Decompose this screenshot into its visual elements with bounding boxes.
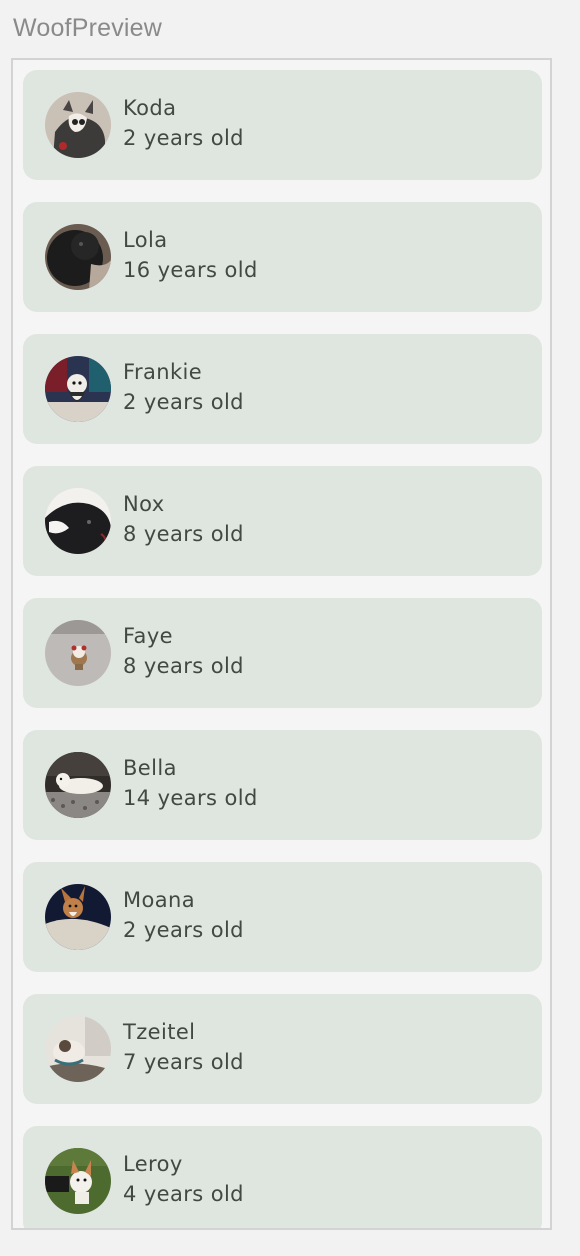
dog-card-bella[interactable]: Bella 14 years old [23, 730, 542, 840]
dog-age: 14 years old [123, 786, 258, 810]
dog-name: Frankie [123, 360, 203, 384]
dog-card-tzeitel[interactable]: Tzeitel 7 years old [23, 994, 542, 1104]
dog-card-moana[interactable]: Moana 2 years old [23, 862, 542, 972]
dog-name: Leroy [123, 1152, 183, 1176]
dog-age: 16 years old [123, 258, 258, 282]
dog-photo-frankie [45, 356, 111, 422]
dog-age: 7 years old [123, 1050, 244, 1074]
dog-name: Tzeitel [123, 1020, 196, 1044]
dog-photo-faye [45, 620, 111, 686]
dog-age: 4 years old [123, 1182, 244, 1206]
dog-age: 8 years old [123, 522, 244, 546]
dog-age: 2 years old [123, 918, 244, 942]
dog-name: Lola [123, 228, 168, 252]
dog-name: Bella [123, 756, 177, 780]
dog-card-lola[interactable]: Lola 16 years old [23, 202, 542, 312]
dog-name: Moana [123, 888, 196, 912]
dog-photo-nox [45, 488, 111, 554]
dog-list[interactable]: Koda 2 years old Lola 16 years old Frank… [23, 70, 542, 1228]
dog-card-leroy[interactable]: Leroy 4 years old [23, 1126, 542, 1228]
dog-photo-koda [45, 92, 111, 158]
dog-name: Koda [123, 96, 177, 120]
dog-card-koda[interactable]: Koda 2 years old [23, 70, 542, 180]
dog-photo-bella [45, 752, 111, 818]
dog-age: 2 years old [123, 390, 244, 414]
dog-card-frankie[interactable]: Frankie 2 years old [23, 334, 542, 444]
dog-card-nox[interactable]: Nox 8 years old [23, 466, 542, 576]
dog-photo-tzeitel [45, 1016, 111, 1082]
dog-age: 2 years old [123, 126, 244, 150]
dog-name: Nox [123, 492, 165, 516]
preview-title: WoofPreview [13, 14, 163, 42]
dog-age: 8 years old [123, 654, 244, 678]
dog-name: Faye [123, 624, 173, 648]
preview-frame: Koda 2 years old Lola 16 years old Frank… [11, 58, 552, 1230]
dog-card-faye[interactable]: Faye 8 years old [23, 598, 542, 708]
dog-photo-lola [45, 224, 111, 290]
dog-photo-leroy [45, 1148, 111, 1214]
dog-photo-moana [45, 884, 111, 950]
